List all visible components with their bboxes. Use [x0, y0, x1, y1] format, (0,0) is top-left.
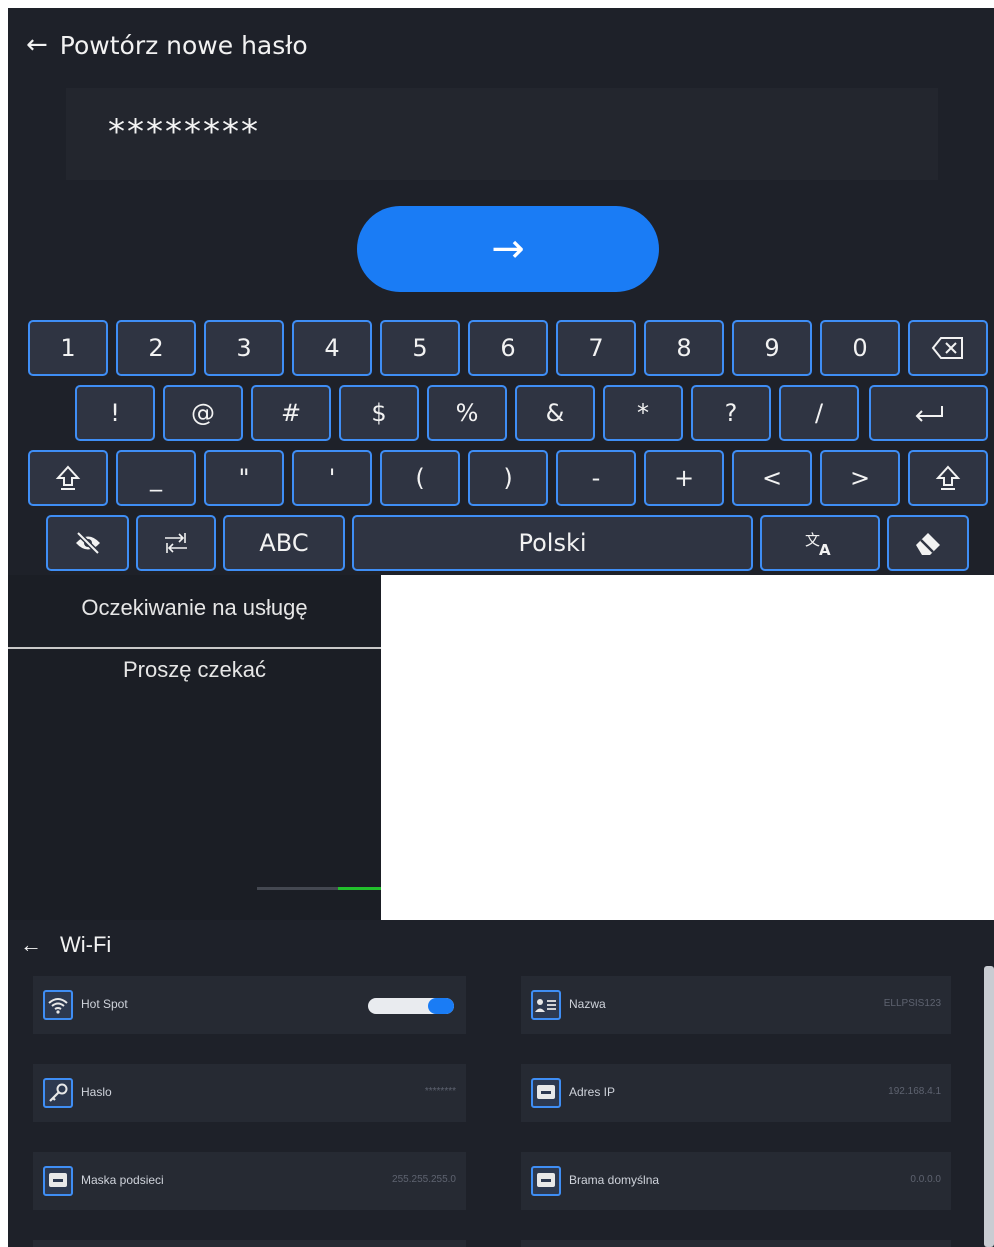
- network-icon: [43, 1166, 73, 1196]
- key-0[interactable]: 0: [820, 320, 900, 376]
- hide-password-key[interactable]: [46, 515, 129, 571]
- toggle-knob: [428, 998, 454, 1014]
- scrollbar[interactable]: [984, 966, 994, 1247]
- space-key[interactable]: Polski: [352, 515, 753, 571]
- key-symbol[interactable]: +: [644, 450, 724, 506]
- setting-maska-podsieci[interactable]: Maska podsieci 255.255.255.0: [33, 1152, 466, 1210]
- key-symbol[interactable]: (: [380, 450, 460, 506]
- header: ← Powtórz nowe hasło: [26, 30, 308, 60]
- hotspot-toggle[interactable]: [368, 998, 454, 1014]
- enter-icon: [912, 403, 946, 423]
- key-2[interactable]: 2: [116, 320, 196, 376]
- setting-value: ********: [424, 1086, 456, 1097]
- setting-label: Nazwa: [569, 997, 606, 1011]
- setting-serwer-dns[interactable]: Serwer DNS127.0.0.1: [33, 1240, 466, 1247]
- key-symbol[interactable]: /: [779, 385, 859, 441]
- key-9[interactable]: 9: [732, 320, 812, 376]
- key-symbol[interactable]: >: [820, 450, 900, 506]
- translate-icon: 文A: [804, 529, 836, 557]
- wait-title: Oczekiwanie na usługę: [81, 595, 308, 620]
- password-keyboard-screen: ← Powtórz nowe hasło ******** → 12345678…: [8, 8, 994, 575]
- key-symbol[interactable]: _: [116, 450, 196, 506]
- network-icon: [531, 1166, 561, 1196]
- key-symbol[interactable]: -: [556, 450, 636, 506]
- setting-adres-ip[interactable]: Adres IP 192.168.4.1: [521, 1064, 951, 1122]
- key-symbol[interactable]: *: [603, 385, 683, 441]
- shift-key-left[interactable]: [28, 450, 108, 506]
- shift-icon: [55, 464, 81, 492]
- switch-arrows-icon: [161, 530, 191, 556]
- setting-label: Brama domyślna: [569, 1173, 660, 1187]
- language-key[interactable]: 文A: [760, 515, 880, 571]
- switch-layout-key[interactable]: [136, 515, 216, 571]
- setting-value: ELLPSIS123: [883, 998, 941, 1009]
- arrow-right-icon: →: [491, 226, 525, 272]
- wait-subtitle: Proszę czekać: [122, 657, 267, 682]
- key-symbol[interactable]: ): [468, 450, 548, 506]
- back-arrow-icon[interactable]: ←: [20, 932, 42, 958]
- progress-fill: [337, 887, 381, 890]
- setting-value: 0.0.0.0: [910, 1174, 941, 1185]
- setting-brama-domyślna[interactable]: Brama domyślna 0.0.0.0: [521, 1152, 951, 1210]
- network-icon: [531, 1078, 561, 1108]
- key-symbol[interactable]: @: [163, 385, 243, 441]
- key-symbol[interactable]: $: [339, 385, 419, 441]
- page-title: Wi-Fi: [60, 932, 112, 957]
- key-symbol[interactable]: ': [292, 450, 372, 506]
- eraser-icon: [912, 529, 944, 557]
- password-input[interactable]: ********: [66, 88, 938, 180]
- svg-text:A: A: [819, 541, 831, 557]
- id-card-icon: [531, 990, 561, 1020]
- password-value: ********: [108, 112, 260, 152]
- clear-key[interactable]: [887, 515, 969, 571]
- setting-label: Hot Spot: [81, 997, 128, 1011]
- confirm-button[interactable]: →: [357, 206, 659, 292]
- setting-label: Haslo: [81, 1085, 112, 1099]
- key-6[interactable]: 6: [468, 320, 548, 376]
- setting-label: Adres IP: [569, 1085, 616, 1099]
- setting-label: Maska podsieci: [81, 1173, 164, 1187]
- page-title: Powtórz nowe hasło: [59, 30, 308, 60]
- enter-key[interactable]: [869, 385, 988, 441]
- setting-haslo[interactable]: Haslo ********: [33, 1064, 466, 1122]
- key-7[interactable]: 7: [556, 320, 636, 376]
- setting-value: 255.255.255.0: [392, 1174, 456, 1185]
- key-symbol[interactable]: !: [75, 385, 155, 441]
- divider: [8, 647, 381, 649]
- progress-bar: [257, 887, 381, 890]
- key-symbol[interactable]: %: [427, 385, 507, 441]
- key-symbol[interactable]: <: [732, 450, 812, 506]
- key-4[interactable]: 4: [292, 320, 372, 376]
- shift-icon: [935, 464, 961, 492]
- key-symbol[interactable]: #: [251, 385, 331, 441]
- wifi-icon: [43, 990, 73, 1020]
- key-symbol[interactable]: &: [515, 385, 595, 441]
- setting-value: 192.168.4.1: [888, 1086, 941, 1097]
- setting-nazwa[interactable]: Nazwa ELLPSIS123: [521, 976, 951, 1034]
- key-symbol[interactable]: ": [204, 450, 284, 506]
- setting-hot-spot[interactable]: Hot Spot: [33, 976, 466, 1034]
- key-5[interactable]: 5: [380, 320, 460, 376]
- key-3[interactable]: 3: [204, 320, 284, 376]
- abc-key[interactable]: ABC: [223, 515, 345, 571]
- waiting-screen: Oczekiwanie na usługę Proszę czekać: [8, 575, 381, 920]
- svg-text:文: 文: [805, 531, 820, 549]
- key-8[interactable]: 8: [644, 320, 724, 376]
- shift-key-right[interactable]: [908, 450, 988, 506]
- header: ← Wi-Fi: [20, 932, 111, 958]
- key-symbol[interactable]: ?: [691, 385, 771, 441]
- back-arrow-icon[interactable]: ←: [26, 30, 48, 60]
- key-icon: [43, 1078, 73, 1108]
- backspace-key[interactable]: [908, 320, 988, 376]
- setting-adres-mac[interactable]: Adres MACE4-5F-01-33-4C-A3: [521, 1240, 951, 1247]
- key-1[interactable]: 1: [28, 320, 108, 376]
- wifi-screen: ← Wi-Fi Hot Spot Nazwa ELLPSIS123 Haslo ****…: [8, 920, 994, 1247]
- backspace-icon: [931, 336, 965, 360]
- eye-slash-icon: [73, 530, 103, 556]
